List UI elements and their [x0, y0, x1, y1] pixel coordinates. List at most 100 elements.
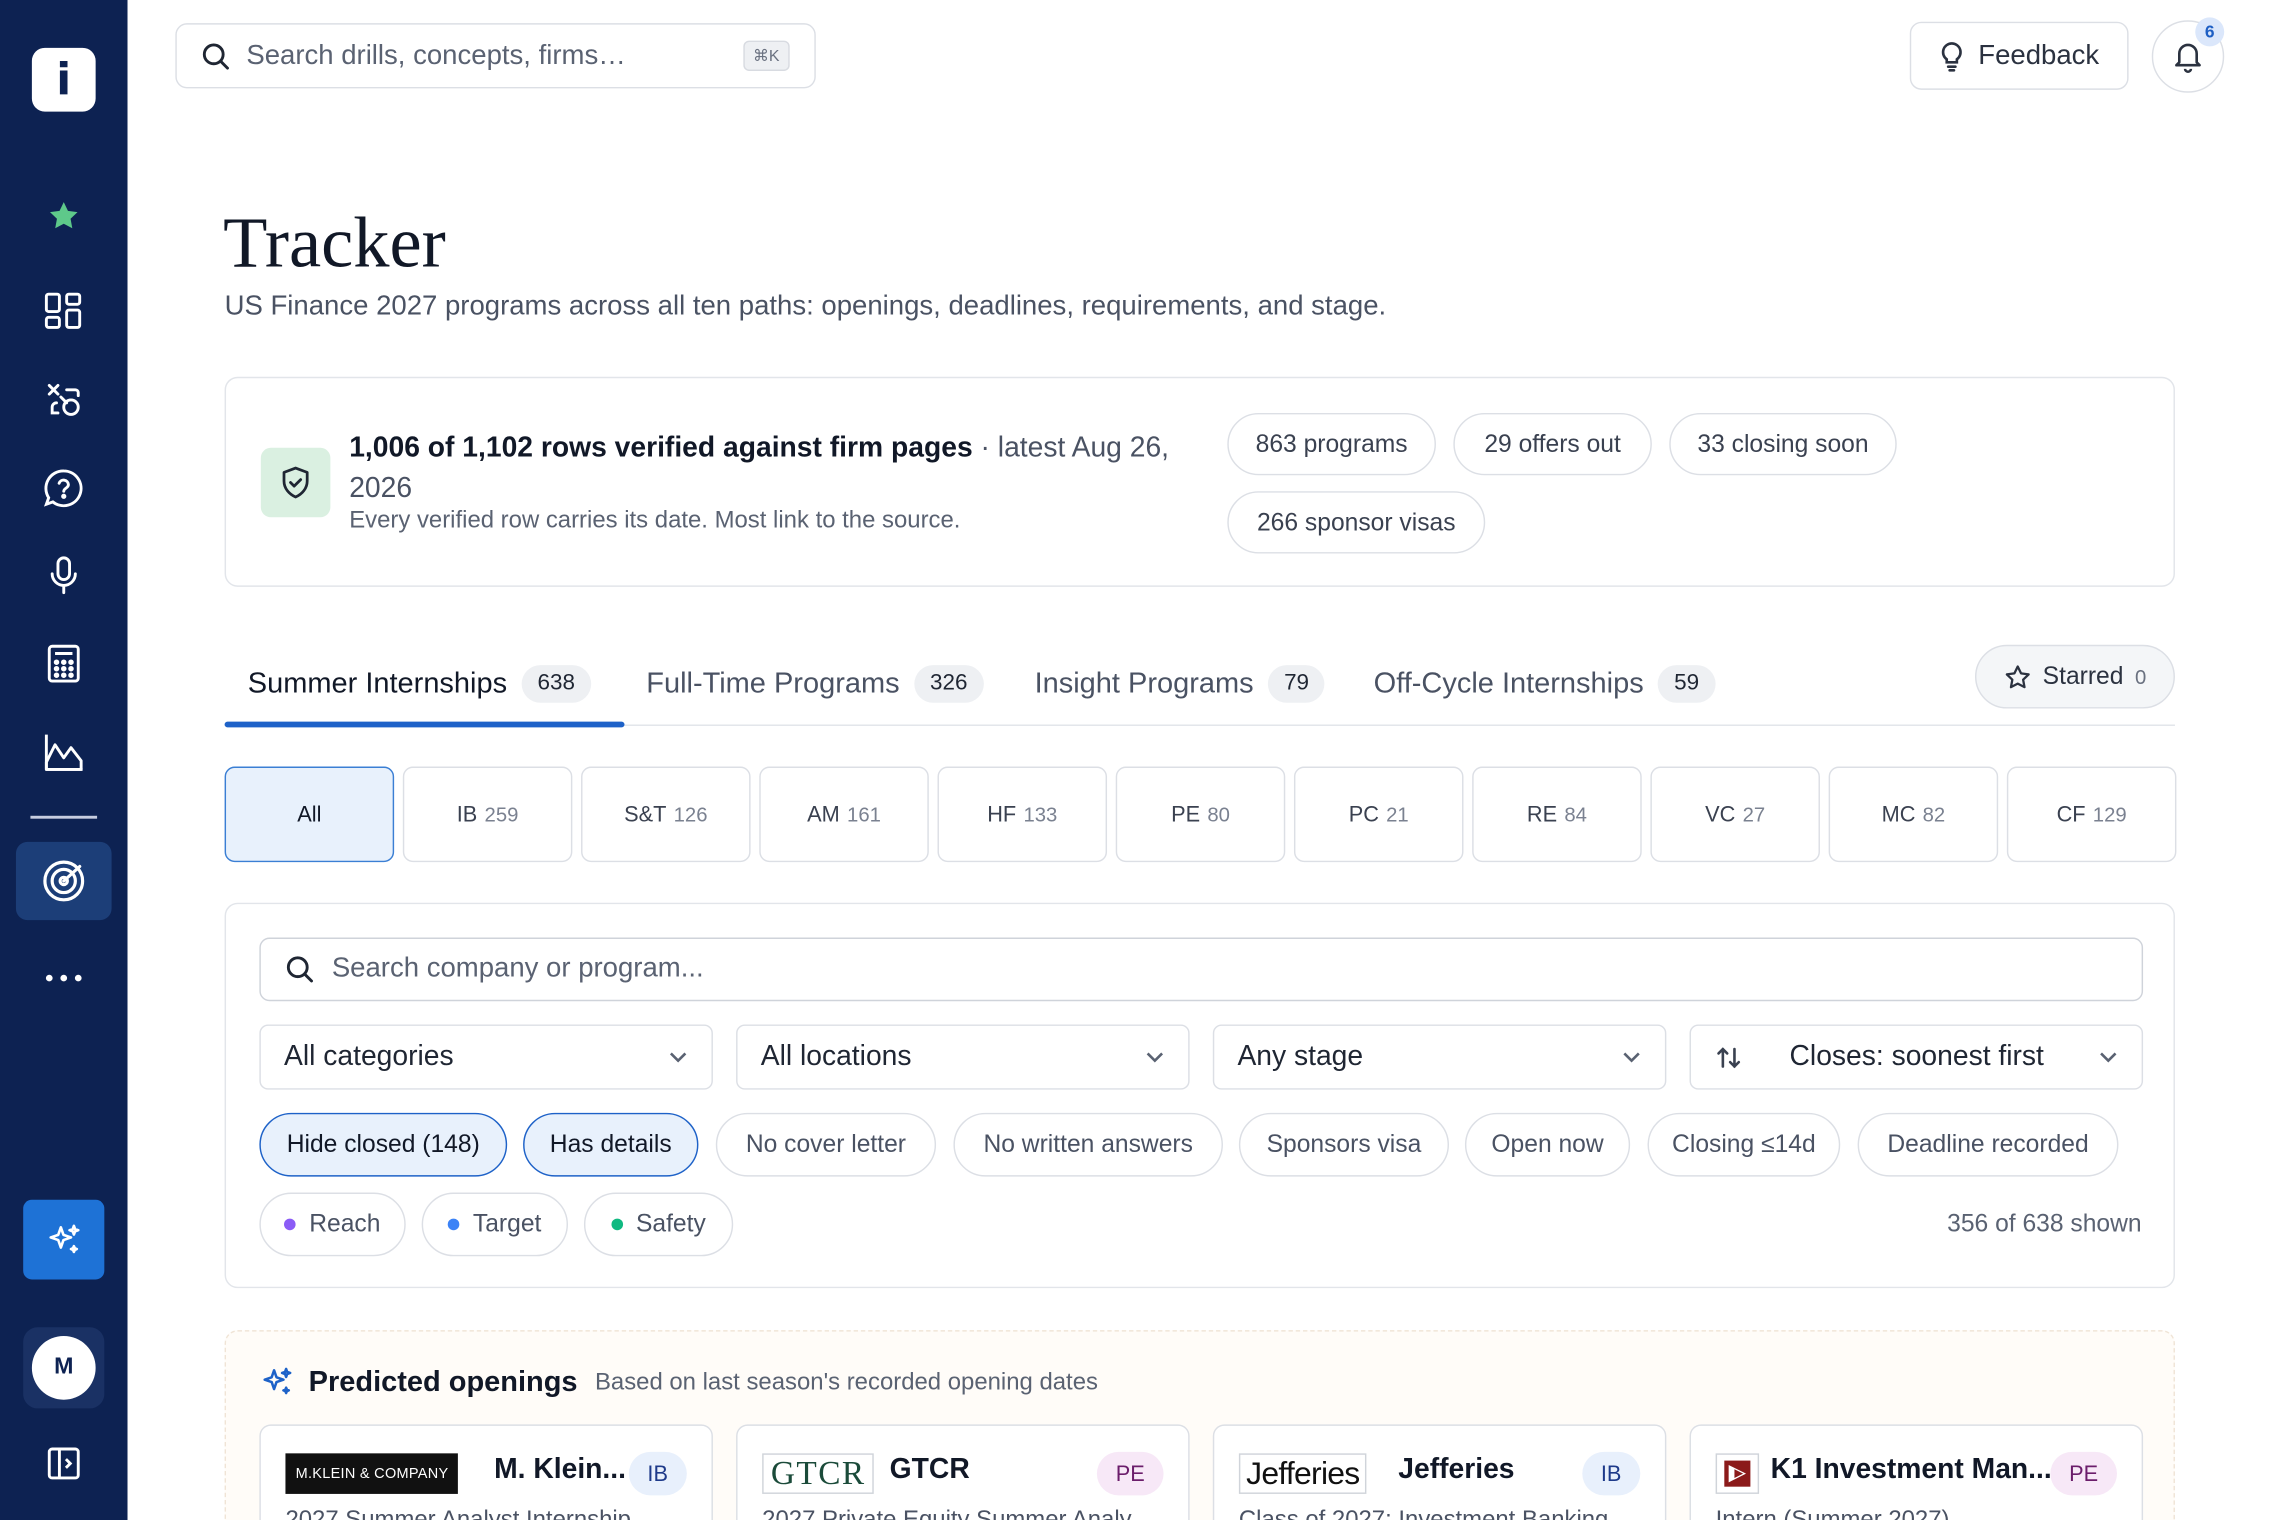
category-select[interactable]: All categories: [259, 1024, 713, 1090]
category-count: 82: [1922, 802, 1946, 826]
sidebar: i M: [0, 0, 128, 1520]
predicted-card-k1[interactable]: K1 Investment Man... PE Intern (Summer 2…: [1689, 1424, 2144, 1520]
category-hf[interactable]: HF 133: [937, 766, 1108, 863]
chip-no-cover-letter[interactable]: No cover letter: [715, 1112, 937, 1177]
category-label: All: [297, 802, 322, 827]
lightbulb-icon: [1942, 41, 1963, 71]
chip-closing-14d[interactable]: Closing ≤14d: [1647, 1112, 1841, 1177]
category-pe[interactable]: PE 80: [1115, 766, 1286, 863]
ai-assistant-button[interactable]: [23, 1199, 105, 1280]
category-cf[interactable]: CF 129: [2006, 766, 2177, 863]
category-tag: IB: [628, 1451, 687, 1496]
starred-filter-button[interactable]: Starred 0: [1974, 644, 2175, 709]
tab-summer-internships[interactable]: Summer Internships 638: [248, 643, 591, 724]
tab-insight-programs[interactable]: Insight Programs 79: [1035, 643, 1325, 724]
category-label: PC: [1348, 802, 1379, 827]
verification-headline: 1,006 of 1,102 rows verified against fir…: [349, 427, 1189, 508]
predicted-card-mklein[interactable]: M.KLEIN & COMPANY M. Klein... IB 2027 Su…: [259, 1424, 713, 1520]
category-all[interactable]: All: [224, 766, 395, 863]
sort-select[interactable]: Closes: soonest first: [1689, 1024, 2144, 1090]
global-search-input[interactable]: Search drills, concepts, firms… ⌘K: [175, 23, 816, 89]
category-re[interactable]: RE 84: [1472, 766, 1642, 863]
radar-icon[interactable]: [15, 841, 112, 921]
category-count: 27: [1742, 802, 1766, 826]
tab-label: Full-Time Programs: [646, 667, 900, 700]
user-menu[interactable]: M: [23, 1327, 105, 1409]
active-tab-indicator: [224, 721, 625, 728]
category-count: 126: [673, 802, 708, 826]
category-label: PE: [1171, 802, 1201, 827]
mklein-logo: M.KLEIN & COMPANY: [285, 1453, 459, 1494]
feedback-button[interactable]: Feedback: [1909, 21, 2129, 90]
predicted-card-jefferies[interactable]: Jefferies Jefferies IB Class of 2027: In…: [1212, 1424, 1667, 1520]
select-value: Any stage: [1237, 1040, 1364, 1073]
predicted-subtitle: Based on last season's recorded opening …: [594, 1368, 1098, 1395]
category-vc[interactable]: VC 27: [1650, 766, 1820, 863]
program-name: Intern (Summer 2027): [1716, 1507, 2122, 1520]
chevron-down-icon: [1146, 1052, 1164, 1063]
chip-label: Reach: [309, 1209, 381, 1238]
category-label: S&T: [624, 802, 667, 827]
program-tabs: Summer Internships 638 Full-Time Program…: [224, 643, 2175, 728]
stat-closing-soon[interactable]: 33 closing soon: [1669, 412, 1897, 476]
category-am[interactable]: AM 161: [759, 766, 929, 863]
chip-sponsors-visa[interactable]: Sponsors visa: [1238, 1112, 1449, 1177]
chip-safety[interactable]: Safety: [583, 1192, 734, 1257]
logo-text: GTCR: [770, 1454, 866, 1492]
category-pc[interactable]: PC 21: [1293, 766, 1464, 863]
tab-off-cycle-internships[interactable]: Off-Cycle Internships 59: [1374, 643, 1716, 724]
mic-icon[interactable]: [35, 546, 93, 604]
chip-hide-closed[interactable]: Hide closed (148): [259, 1112, 508, 1177]
jefferies-logo: Jefferies: [1238, 1453, 1367, 1494]
stat-offers-out[interactable]: 29 offers out: [1453, 412, 1652, 476]
category-count: 161: [847, 802, 881, 826]
shield-check-icon: [260, 447, 331, 518]
category-label: MC: [1881, 802, 1916, 827]
category-label: AM: [807, 802, 840, 827]
category-count: 21: [1386, 802, 1409, 826]
chevron-down-icon: [669, 1052, 687, 1063]
tab-count: 59: [1658, 665, 1716, 703]
predicted-card-gtcr[interactable]: GTCR GTCR PE 2027 Private Equity Summer …: [736, 1424, 1190, 1520]
sparkle-icon: [263, 1367, 292, 1395]
more-icon[interactable]: [35, 949, 93, 1007]
company-search-input[interactable]: Search company or program...: [259, 937, 2144, 1002]
predicted-openings-panel: Predicted openings Based on last season'…: [224, 1330, 2175, 1520]
notification-count-badge: 6: [2195, 17, 2225, 47]
location-select[interactable]: All locations: [736, 1024, 1190, 1090]
chip-reach[interactable]: Reach: [259, 1192, 406, 1257]
sort-icon: [1717, 1046, 1741, 1068]
calculator-icon[interactable]: [35, 635, 93, 693]
grid-icon[interactable]: [35, 283, 93, 341]
chip-has-details[interactable]: Has details: [523, 1112, 699, 1177]
category-st[interactable]: S&T 126: [581, 766, 751, 863]
star-icon[interactable]: [35, 187, 93, 245]
help-chat-icon[interactable]: [35, 459, 93, 517]
chip-no-written-answers[interactable]: No written answers: [953, 1112, 1223, 1177]
category-ib[interactable]: IB 259: [402, 766, 573, 863]
sidebar-divider: [30, 815, 98, 819]
chart-icon[interactable]: [35, 723, 93, 781]
category-tag: IB: [1582, 1451, 1641, 1496]
stage-select[interactable]: Any stage: [1212, 1024, 1667, 1090]
select-value: All locations: [760, 1040, 912, 1073]
results-count: 356 of 638 shown: [1947, 1209, 2142, 1238]
stat-programs[interactable]: 863 programs: [1227, 412, 1436, 476]
verification-count: 1,006 of 1,102 rows verified against fir…: [349, 431, 973, 464]
avatar: M: [31, 1335, 96, 1400]
stat-sponsor-visas[interactable]: 266 sponsor visas: [1227, 491, 1486, 554]
category-mc[interactable]: MC 82: [1828, 766, 1999, 863]
company-name: K1 Investment Man...: [1770, 1453, 2052, 1486]
sidebar-toggle-icon[interactable]: [35, 1435, 93, 1493]
tab-full-time-programs[interactable]: Full-Time Programs 326: [646, 643, 984, 724]
program-name: 2027 Summer Analyst Internship: [285, 1507, 691, 1520]
chip-open-now[interactable]: Open now: [1464, 1112, 1631, 1177]
app-logo[interactable]: i: [31, 47, 96, 112]
select-value: All categories: [284, 1040, 454, 1073]
puzzle-icon[interactable]: [35, 371, 93, 429]
chip-deadline-recorded[interactable]: Deadline recorded: [1857, 1112, 2119, 1177]
category-label: HF: [987, 802, 1017, 827]
chip-label: Safety: [635, 1209, 706, 1238]
search-icon: [286, 956, 313, 983]
chip-target[interactable]: Target: [421, 1192, 569, 1257]
